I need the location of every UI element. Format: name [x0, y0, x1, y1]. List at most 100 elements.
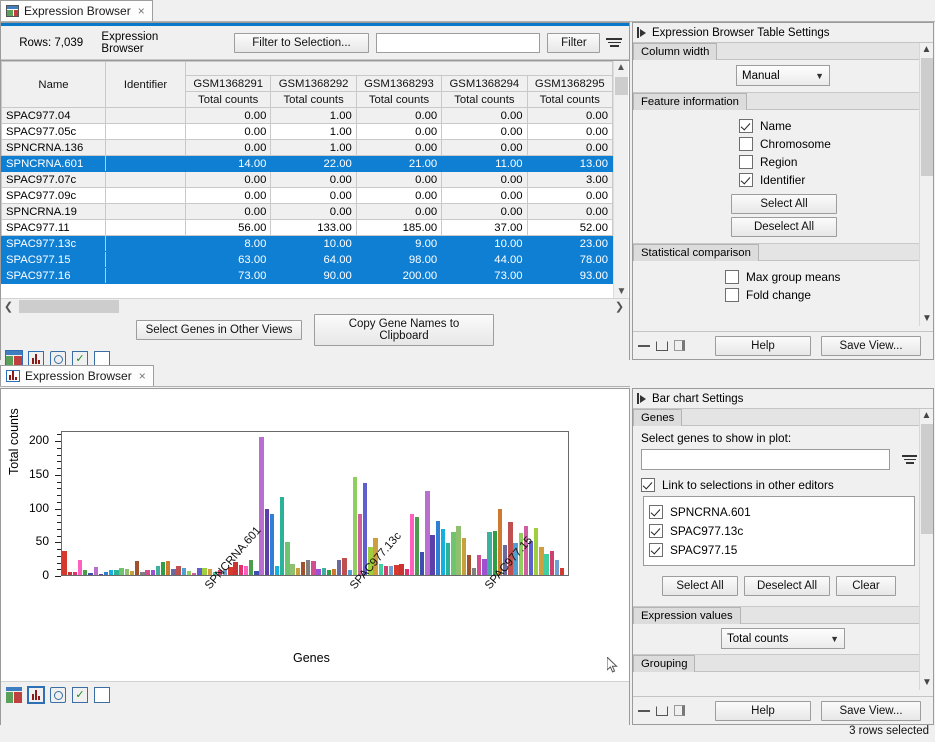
table-settings-help-button[interactable]: Help	[715, 336, 811, 356]
bar[interactable]	[275, 566, 279, 575]
section-header-genes[interactable]: Genes –	[633, 409, 933, 426]
bar[interactable]	[244, 566, 248, 575]
scroll-down-icon[interactable]: ▼	[920, 676, 933, 690]
folder-icon[interactable]	[656, 706, 668, 716]
expand-arrow-icon[interactable]	[637, 393, 646, 404]
bar[interactable]	[534, 528, 538, 575]
filter-icon[interactable]	[902, 455, 917, 464]
chart-settings-help-button[interactable]: Help	[715, 701, 811, 721]
bar[interactable]	[73, 572, 77, 575]
bar[interactable]	[239, 565, 243, 575]
bar[interactable]	[410, 514, 414, 575]
bar[interactable]	[550, 551, 554, 575]
feature-deselect-all-button[interactable]: Deselect All	[731, 217, 837, 237]
bar[interactable]	[394, 565, 398, 575]
scroll-left-icon[interactable]: ❮	[1, 300, 16, 313]
list-item[interactable]: SPNCRNA.601	[649, 505, 909, 519]
bar[interactable]	[62, 551, 66, 575]
bar[interactable]	[322, 568, 326, 575]
scroll-up-icon[interactable]: ▲	[920, 409, 933, 423]
clock-view-icon[interactable]	[50, 687, 66, 703]
bar[interactable]	[114, 570, 118, 575]
bar[interactable]	[462, 538, 466, 575]
bar[interactable]	[316, 569, 320, 575]
bar[interactable]	[187, 571, 191, 575]
bar[interactable]	[327, 570, 331, 575]
chart-canvas[interactable]: Total counts 050100150200 SPNCRNA.601SPA…	[1, 389, 629, 682]
bar[interactable]	[301, 562, 305, 575]
table-row[interactable]: SPAC977.1563.0064.0098.0044.0078.00	[2, 252, 613, 268]
bar[interactable]	[348, 570, 352, 575]
gene-select-all-button[interactable]: Select All	[662, 576, 738, 596]
section-header-grouping[interactable]: Grouping –	[633, 655, 933, 672]
bar[interactable]	[451, 532, 455, 575]
bar[interactable]	[296, 568, 300, 575]
collapse-all-icon[interactable]	[638, 345, 650, 347]
bar[interactable]	[259, 437, 263, 575]
tab-expression-browser-table[interactable]: Expression Browser ×	[0, 0, 153, 21]
checkbox-row-max-group-means[interactable]: Max group means	[725, 270, 933, 284]
bar[interactable]	[456, 526, 460, 575]
copy-gene-names-to-clipboard-button[interactable]: Copy Gene Names to Clipboard	[314, 314, 494, 346]
bar[interactable]	[342, 558, 346, 575]
bar[interactable]	[94, 567, 98, 575]
bar[interactable]	[285, 542, 289, 575]
bar[interactable]	[544, 554, 548, 575]
table-row[interactable]: SPAC977.1156.00133.00185.0037.0052.00	[2, 220, 613, 236]
settings-scroll-thumb[interactable]	[921, 58, 933, 176]
table-settings-save-view-button[interactable]: Save View...	[821, 336, 921, 356]
bar[interactable]	[399, 564, 403, 575]
chart-settings-save-view-button[interactable]: Save View...	[821, 701, 921, 721]
column-width-select[interactable]: Manual ▼	[736, 65, 830, 86]
select-genes-in-other-views-button[interactable]: Select Genes in Other Views	[136, 320, 302, 340]
bar[interactable]	[430, 535, 434, 575]
section-header-feature-information[interactable]: Feature information –	[633, 93, 933, 110]
checkbox-identifier[interactable]	[739, 173, 753, 187]
checkbox-row-name[interactable]: Name	[739, 119, 933, 133]
checkbox-row-link-selections[interactable]: Link to selections in other editors	[641, 478, 917, 492]
bar[interactable]	[560, 568, 564, 575]
bar[interactable]	[156, 566, 160, 575]
bar[interactable]	[182, 568, 186, 575]
column-header-sample[interactable]: GSM1368295	[527, 76, 612, 92]
checklist-view-icon[interactable]: ✓	[72, 687, 88, 703]
checkbox-max-group-means[interactable]	[725, 270, 739, 284]
section-header-column-width[interactable]: Column width –	[633, 43, 933, 60]
checkbox-gene[interactable]	[649, 524, 663, 538]
scroll-down-icon[interactable]: ▼	[614, 285, 629, 299]
column-header-sample[interactable]: GSM1368293	[356, 76, 441, 92]
table-row[interactable]: SPAC977.05c0.001.000.000.000.00	[2, 124, 613, 140]
bar[interactable]	[311, 561, 315, 575]
checkbox-row-region[interactable]: Region	[739, 155, 933, 169]
bar-chart-view-icon[interactable]	[28, 687, 44, 703]
expression-values-select[interactable]: Total counts ▼	[721, 628, 845, 649]
table-horizontal-scrollbar[interactable]: ❮ ❯	[1, 298, 629, 314]
bar[interactable]	[446, 543, 450, 575]
table-row[interactable]: SPNCRNA.1360.001.000.000.000.00	[2, 140, 613, 156]
checkbox-gene[interactable]	[649, 543, 663, 557]
bar[interactable]	[68, 572, 72, 575]
bar[interactable]	[290, 564, 294, 575]
checkbox-link-selections[interactable]	[641, 478, 655, 492]
section-header-expression-values[interactable]: Expression values –	[633, 607, 933, 624]
bar[interactable]	[405, 569, 409, 575]
bar[interactable]	[125, 569, 129, 575]
bar[interactable]	[192, 573, 196, 575]
bar[interactable]	[151, 570, 155, 575]
bar[interactable]	[353, 477, 357, 575]
bar[interactable]	[145, 570, 149, 575]
bar[interactable]	[161, 562, 165, 575]
scroll-up-icon[interactable]: ▲	[614, 61, 628, 75]
chart-settings-vertical-scrollbar[interactable]: ▲ ▼	[919, 409, 933, 690]
horizontal-scroll-thumb[interactable]	[19, 300, 119, 313]
gene-deselect-all-button[interactable]: Deselect All	[744, 576, 830, 596]
bar[interactable]	[415, 517, 419, 575]
bar[interactable]	[249, 560, 253, 575]
bar[interactable]	[197, 568, 201, 575]
report-view-icon[interactable]	[94, 687, 110, 703]
bar[interactable]	[472, 568, 476, 575]
bar[interactable]	[176, 566, 180, 575]
dock-icon[interactable]	[674, 705, 685, 716]
tab-expression-browser-chart[interactable]: Expression Browser ×	[0, 365, 154, 386]
bar[interactable]	[555, 560, 559, 575]
